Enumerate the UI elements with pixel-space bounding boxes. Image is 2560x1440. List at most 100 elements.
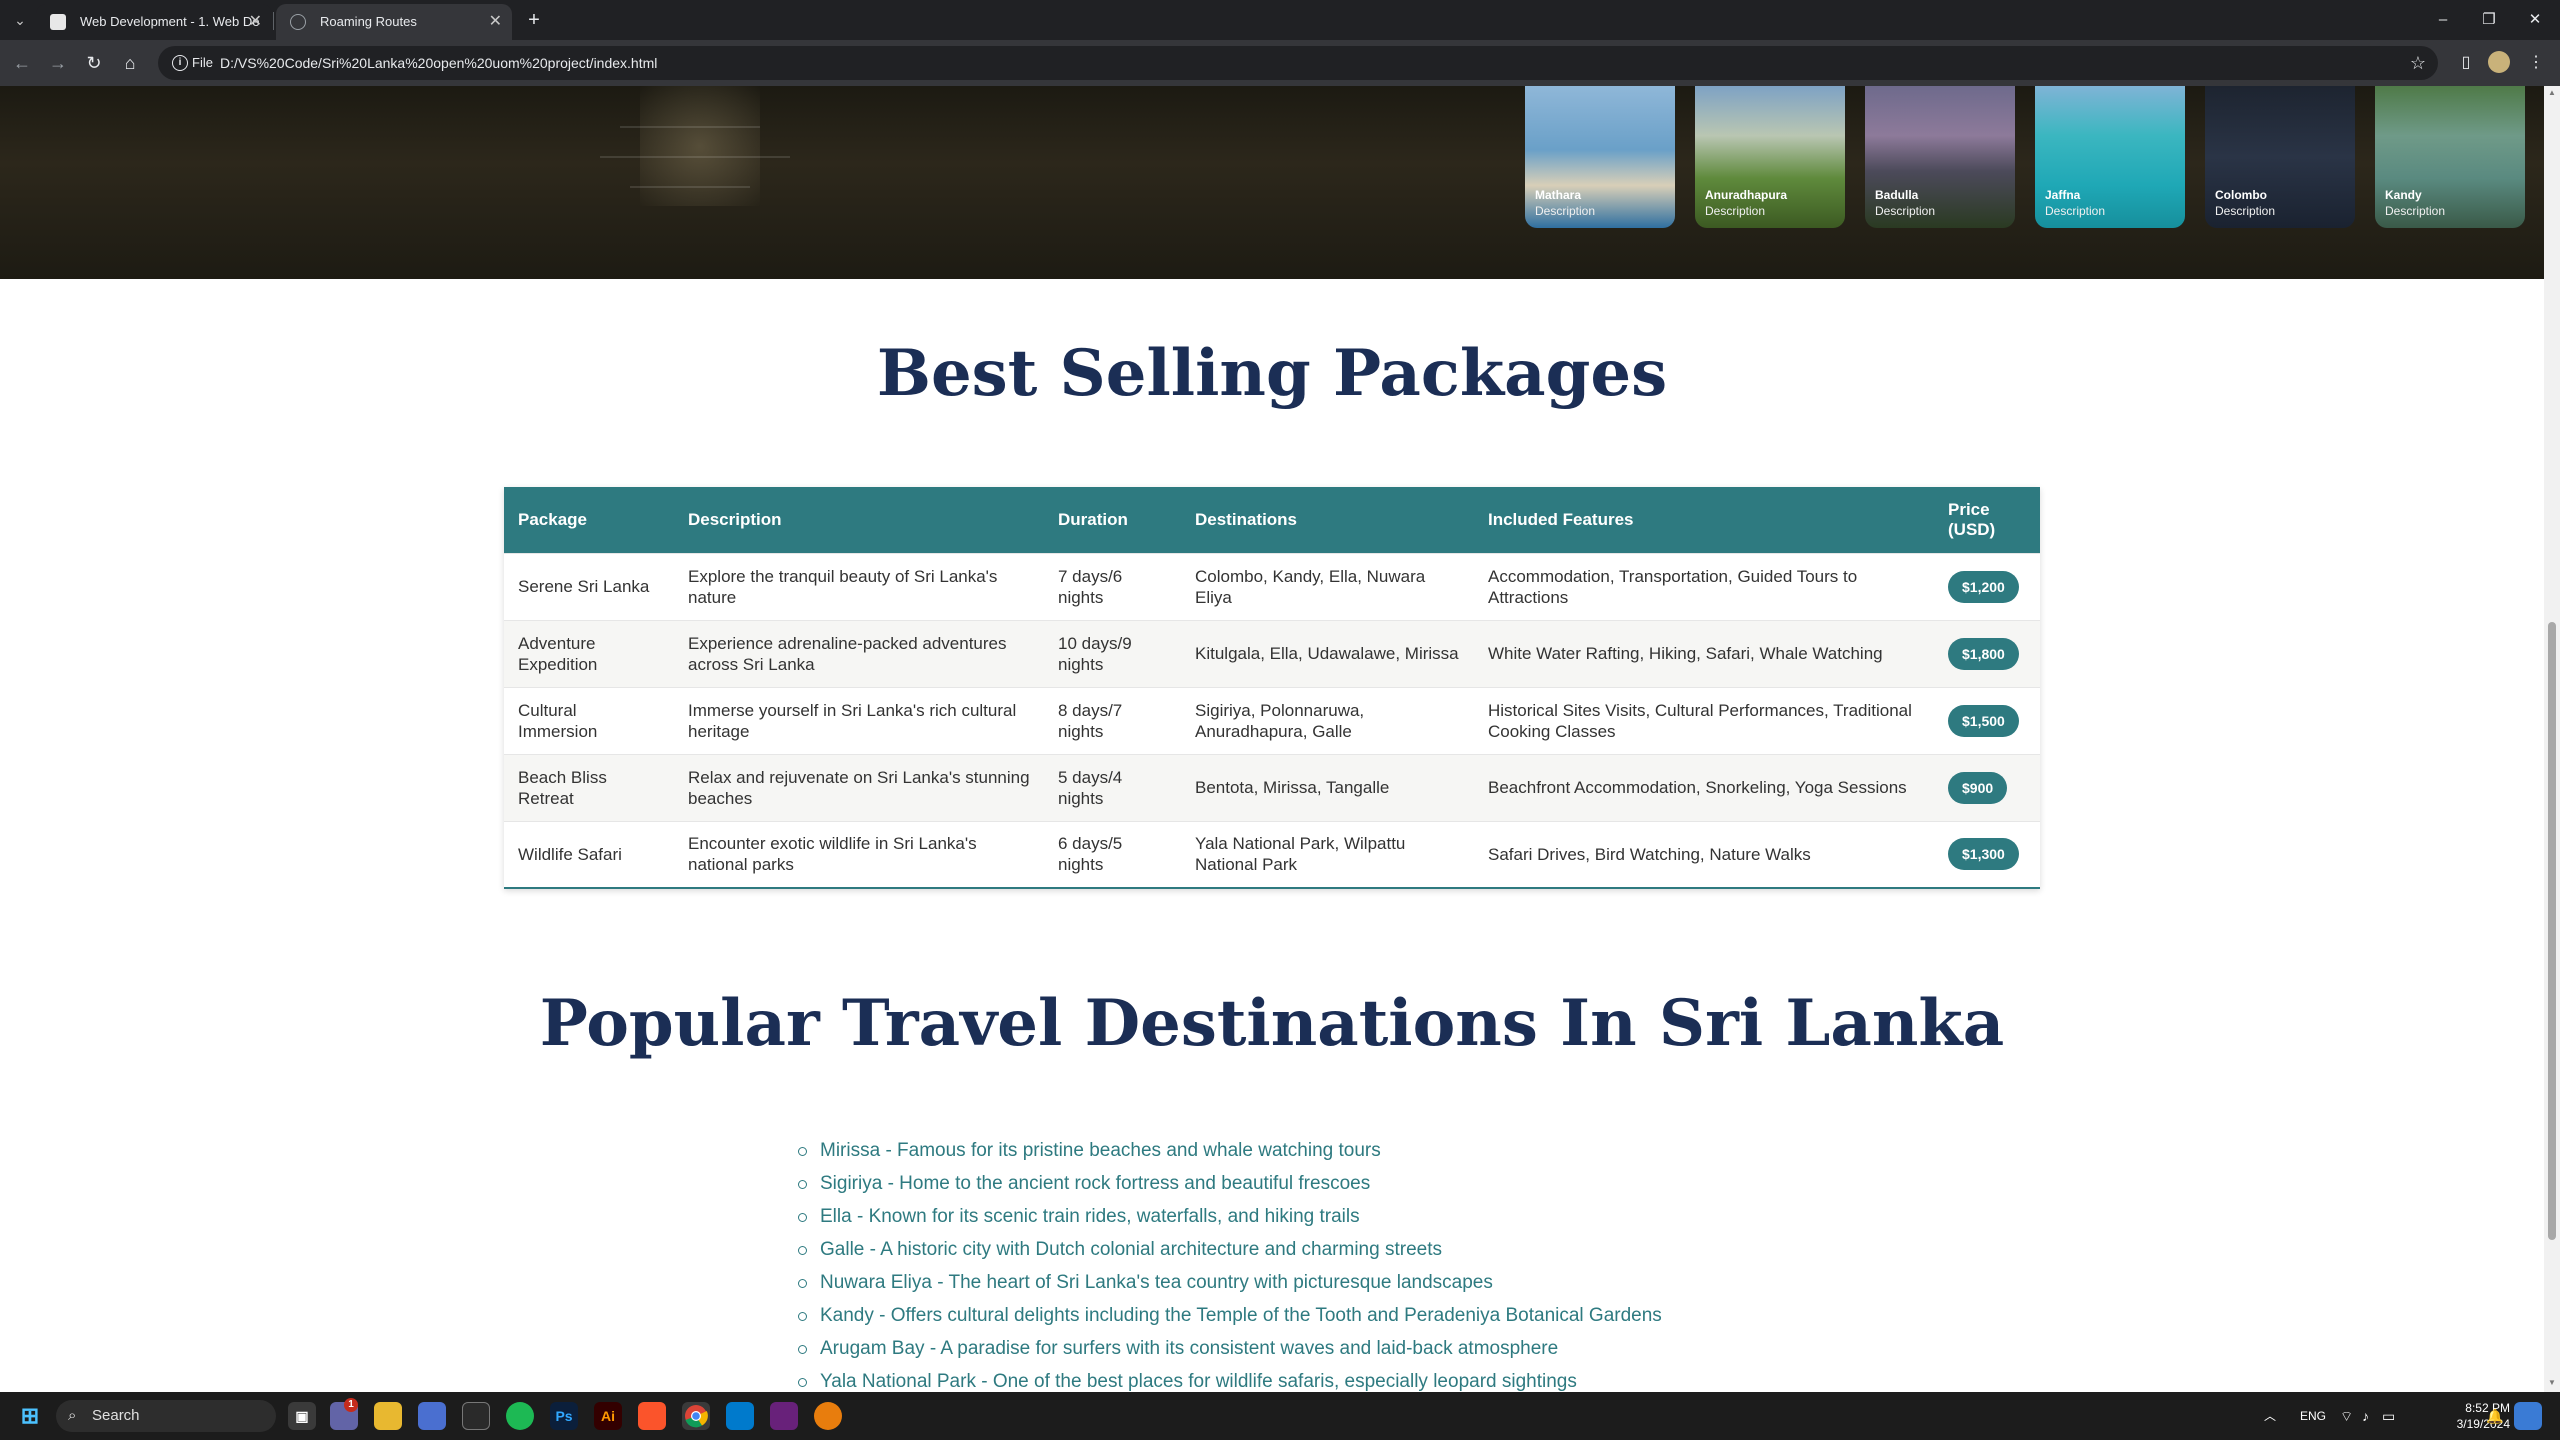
spotify-icon[interactable] [506,1402,534,1430]
windows-start-icon[interactable]: ⊞ [16,1402,44,1430]
forward-icon[interactable]: → [44,49,72,77]
search-label: Search [92,1407,140,1424]
card-description: Description [2045,204,2106,218]
chrome-icon[interactable] [682,1402,710,1430]
vscode-icon[interactable] [726,1402,754,1430]
destination-card[interactable]: Badulla Description [1865,86,2015,228]
more-menu-icon[interactable]: ⋮ [2522,49,2550,77]
restore-icon[interactable]: ❐ [2466,0,2512,40]
destination-card[interactable]: Anuradhapura Description [1695,86,1845,228]
packages-heading: Best Selling Packages [876,336,1668,411]
scrollbar-thumb[interactable] [2548,622,2556,1240]
package-description: Explore the tranquil beauty of Sri Lanka… [674,552,1044,620]
table-header-row: Package Description Duration Destination… [504,487,2040,553]
table-row: Serene Sri Lanka Explore the tranquil be… [504,552,2040,620]
battery-icon[interactable]: ▭ [2382,1392,2395,1440]
bookmark-star-icon[interactable]: ☆ [2410,46,2426,80]
destination-card[interactable]: Colombo Description [2205,86,2355,228]
destinations-list: Mirissa - Famous for its pristine beache… [796,1134,1662,1392]
price-badge[interactable]: $1,300 [1948,838,2019,871]
package-name: Adventure Expedition [504,619,674,687]
packages-table: Package Description Duration Destination… [504,487,2040,889]
package-description: Encounter exotic wildlife in Sri Lanka's… [674,820,1044,889]
tab-divider [273,12,274,30]
package-duration: 10 days/9 nights [1044,619,1181,687]
reload-icon[interactable]: ↻ [80,49,108,77]
list-item: Arugam Bay - A paradise for surfers with… [796,1332,1662,1365]
illustrator-icon[interactable]: Ai [594,1402,622,1430]
destination-card[interactable]: Mathara Description [1525,86,1675,228]
page-viewport: Mathara Description Anuradhapura Descrip… [0,86,2544,1392]
address-bar[interactable]: i File D:/VS%20Code/Sri%20Lanka%20open%2… [158,46,2438,80]
column-header: Included Features [1474,487,1934,553]
price-badge[interactable]: $1,200 [1948,570,2019,603]
site-info-chip[interactable]: i File [166,52,221,74]
list-item: Sigiriya - Home to the ancient rock fort… [796,1167,1662,1200]
task-view-icon[interactable]: ▣ [288,1402,316,1430]
file-explorer-icon[interactable] [374,1402,402,1430]
home-icon[interactable]: ⌂ [116,49,144,77]
app-icon[interactable] [462,1402,490,1430]
minimize-icon[interactable]: – [2420,0,2466,40]
card-description: Description [1705,204,1766,218]
copilot-icon[interactable] [2514,1402,2542,1430]
package-destinations: Yala National Park, Wilpattu National Pa… [1181,820,1474,889]
notification-bell-icon[interactable]: 🔔 [2486,1392,2503,1440]
tab-title: Web Development - 1. Web De [80,14,260,29]
tab-web-development[interactable]: Web Development - 1. Web De ✕ [36,4,272,40]
info-icon: i [172,55,188,71]
taskbar-search[interactable]: ⌕ Search [56,1400,276,1432]
price-badge[interactable]: $900 [1948,771,2008,804]
package-duration: 6 days/5 nights [1044,820,1181,889]
language-indicator[interactable]: ENG [2300,1392,2326,1440]
visual-studio-icon[interactable] [770,1402,798,1430]
brave-icon[interactable] [638,1402,666,1430]
package-destinations: Kitulgala, Ella, Udawalawe, Mirissa [1181,619,1474,687]
photoshop-icon[interactable]: Ps [550,1402,578,1430]
package-name: Cultural Immersion [504,686,674,754]
price-badge[interactable]: $1,800 [1948,637,2019,670]
page-scrollbar[interactable]: ▲ ▼ [2544,86,2560,1392]
tab-strip: ⌄ Web Development - 1. Web De ✕ Roaming … [0,0,2560,40]
close-tab-icon[interactable]: ✕ [249,4,262,40]
card-name: Jaffna [2045,188,2081,202]
scroll-down-icon[interactable]: ▼ [2548,1378,2556,1387]
search-icon: ⌕ [68,1407,77,1424]
close-window-icon[interactable]: ✕ [2512,0,2558,40]
package-duration: 7 days/6 nights [1044,552,1181,620]
list-item: Galle - A historic city with Dutch colon… [796,1233,1662,1266]
table-row: Adventure Expedition Experience adrenali… [504,619,2040,687]
back-icon[interactable]: ← [8,49,36,77]
tab-search-icon[interactable]: ⌄ [8,8,32,32]
package-features: Historical Sites Visits, Cultural Perfor… [1474,686,1934,754]
new-tab-button[interactable]: + [520,6,548,34]
destination-card[interactable]: Kandy Description [2375,86,2525,228]
tab-title: Roaming Routes [320,14,417,29]
scroll-up-icon[interactable]: ▲ [2548,88,2556,97]
package-features: Safari Drives, Bird Watching, Nature Wal… [1474,820,1934,889]
close-tab-icon[interactable]: ✕ [489,4,502,40]
ripple [600,156,790,158]
blender-icon[interactable] [814,1402,842,1430]
chevron-up-icon[interactable]: ︿ [2264,1392,2276,1440]
package-duration: 8 days/7 nights [1044,686,1181,754]
card-description: Description [2215,204,2276,218]
column-header: Package [504,487,674,553]
card-description: Description [2385,204,2446,218]
price-badge[interactable]: $1,500 [1948,704,2019,737]
package-duration: 5 days/4 nights [1044,753,1181,821]
side-panel-icon[interactable]: ▯ [2452,49,2480,77]
tab-roaming-routes[interactable]: Roaming Routes ✕ [276,4,512,40]
store-icon[interactable] [418,1402,446,1430]
list-item: Nuwara Eliya - The heart of Sri Lanka's … [796,1266,1662,1299]
destination-card[interactable]: Jaffna Description [2035,86,2185,228]
volume-icon[interactable]: ♪ [2362,1392,2369,1440]
package-name: Wildlife Safari [504,820,674,889]
package-destinations: Colombo, Kandy, Ella, Nuwara Eliya [1181,552,1474,620]
url-text[interactable]: D:/VS%20Code/Sri%20Lanka%20open%20uom%20… [220,46,657,80]
list-item: Yala National Park - One of the best pla… [796,1365,1662,1392]
package-features: Accommodation, Transportation, Guided To… [1474,552,1934,620]
wifi-icon[interactable]: ⌔ [2340,1392,2353,1440]
column-header: Price (USD) [1934,487,2040,553]
profile-avatar[interactable] [2488,51,2510,73]
